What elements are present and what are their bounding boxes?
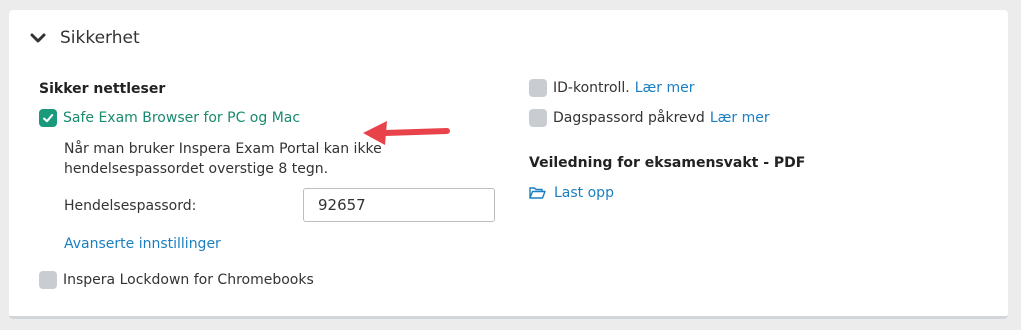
folder-open-icon xyxy=(529,187,546,199)
chromebook-option[interactable]: Inspera Lockdown for Chromebooks xyxy=(39,271,314,289)
secure-browser-heading: Sikker nettleser xyxy=(39,81,166,97)
day-password-learn-more-link[interactable]: Lær mer xyxy=(710,110,770,126)
id-check-checkbox[interactable] xyxy=(529,79,547,97)
event-password-input[interactable] xyxy=(303,188,495,222)
id-check-learn-more-link[interactable]: Lær mer xyxy=(635,80,695,96)
advanced-settings-link[interactable]: Avanserte innstillinger xyxy=(64,236,221,252)
seb-label[interactable]: Safe Exam Browser for PC og Mac xyxy=(63,110,300,126)
id-check-label[interactable]: ID-kontroll. xyxy=(553,80,630,96)
seb-option[interactable]: Safe Exam Browser for PC og Mac xyxy=(39,109,300,127)
chromebook-label[interactable]: Inspera Lockdown for Chromebooks xyxy=(63,272,314,288)
day-password-label[interactable]: Dagspassord påkrevd xyxy=(553,110,705,126)
day-password-checkbox[interactable] xyxy=(529,109,547,127)
check-icon xyxy=(43,114,54,123)
security-panel: Sikkerhet Sikker nettleser Safe Exam Bro… xyxy=(9,10,1008,319)
upload-button[interactable]: Last opp xyxy=(529,185,614,201)
guide-heading: Veiledning for eksamensvakt - PDF xyxy=(529,155,806,171)
chevron-down-icon[interactable] xyxy=(29,29,47,47)
section-header[interactable]: Sikkerhet xyxy=(29,25,140,51)
section-title: Sikkerhet xyxy=(60,28,140,48)
seb-checkbox[interactable] xyxy=(39,109,57,127)
password-length-note: Når man bruker Inspera Exam Portal kan i… xyxy=(64,141,382,177)
id-check-option[interactable]: ID-kontroll. Lær mer xyxy=(529,79,695,97)
day-password-option[interactable]: Dagspassord påkrevd Lær mer xyxy=(529,109,770,127)
upload-label[interactable]: Last opp xyxy=(554,185,614,201)
chromebook-checkbox[interactable] xyxy=(39,271,57,289)
event-password-label: Hendelsespassord: xyxy=(64,198,197,214)
